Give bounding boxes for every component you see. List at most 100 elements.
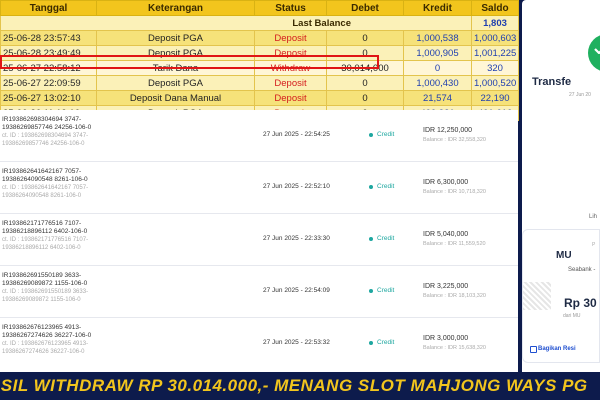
ledger-kredit: 21,574 xyxy=(403,90,472,106)
tx-ext-id: ct. ID : 193862171776516 7107- xyxy=(2,237,89,243)
transfer-date: 27 Jun 20 xyxy=(569,92,591,98)
ledger-debet: 0 xyxy=(326,90,404,106)
last-balance-value: 1,803 xyxy=(471,15,519,31)
tx-date: 27 Jun 2025 - 22:53:32 xyxy=(263,339,330,346)
transaction-list: IR193862698304694 3747- 19386269857746 2… xyxy=(0,110,518,372)
ledger-status: Deposit xyxy=(254,90,327,106)
tx-id: 19386264090548 8261-106-0 xyxy=(2,176,88,183)
header-saldo: Saldo xyxy=(471,0,519,16)
tx-balance: Balance : IDR 32,558,320 xyxy=(423,137,486,143)
promo-banner: ASIL WITHDRAW RP 30.014.000,- MENANG SLO… xyxy=(0,372,600,400)
last-balance-row: Last Balance 1,803 xyxy=(0,15,519,31)
ledger-date: 25-06-27 13:02:10 xyxy=(0,90,97,106)
share-receipt-button[interactable]: Bagikan Resi xyxy=(538,346,576,352)
tx-id: IR193862698304694 3747- xyxy=(2,116,82,123)
tx-id: 19386269857746 24256-106-0 xyxy=(2,124,92,131)
receipt-amount: Rp 30 xyxy=(564,296,597,310)
tx-ext-id: 19386269089872 1155-106-0 xyxy=(2,297,81,303)
ledger-debet: 0 xyxy=(326,75,404,91)
tx-date: 27 Jun 2025 - 22:54:09 xyxy=(263,287,330,294)
transaction-row[interactable]: IR193862641642167 7057- 19386264090548 8… xyxy=(0,162,518,214)
ledger-kredit: 1,000,905 xyxy=(403,45,472,61)
credit-dot-icon xyxy=(369,289,373,293)
ledger-status: Deposit xyxy=(254,75,327,91)
ledger-row: 25-06-27 13:02:10 Deposit Dana Manual De… xyxy=(0,90,519,106)
credit-dot-icon xyxy=(369,185,373,189)
receipt-card: P MU Seabank - Rp 30 dari MU Bagikan Res… xyxy=(522,229,600,363)
tx-amount: IDR 3,225,000 xyxy=(423,283,469,290)
tx-amount: IDR 5,040,000 xyxy=(423,231,469,238)
ledger-kredit: 0 xyxy=(403,60,472,76)
ledger-date: 25-06-27 22:09:59 xyxy=(0,75,97,91)
tx-type: Credit xyxy=(377,287,395,294)
ledger-saldo: 1,001,225 xyxy=(471,45,519,61)
tx-amount: IDR 6,300,000 xyxy=(423,179,469,186)
ledger-desc: Deposit PGA xyxy=(96,45,255,61)
transaction-row[interactable]: IR193862698304694 3747- 19386269857746 2… xyxy=(0,110,518,162)
tx-id: 19386218896112 6402-106-0 xyxy=(2,228,88,235)
tx-type: Credit xyxy=(377,339,395,346)
tx-balance: Balance : IDR 10,718,320 xyxy=(423,189,486,195)
header-tanggal: Tanggal xyxy=(0,0,97,16)
balance-ledger-table: Tanggal Keterangan Status Debet Kredit S… xyxy=(0,0,519,121)
tx-type: Credit xyxy=(377,183,395,190)
tx-balance: Balance : IDR 15,638,320 xyxy=(423,345,486,351)
last-balance-label: Last Balance xyxy=(0,15,472,31)
ledger-header-row: Tanggal Keterangan Status Debet Kredit S… xyxy=(0,0,519,16)
screenshot-frame: Tanggal Keterangan Status Debet Kredit S… xyxy=(0,0,600,400)
ledger-row: 25-06-28 23:57:43 Deposit PGA Deposit 0 … xyxy=(0,30,519,46)
tx-type: Credit xyxy=(377,235,395,242)
header-debet: Debet xyxy=(326,0,404,16)
header-status: Status xyxy=(254,0,327,16)
tx-date: 27 Jun 2025 - 22:54:25 xyxy=(263,131,330,138)
tx-ext-id: ct. ID : 193862698304694 3747- xyxy=(2,133,89,139)
ledger-saldo: 320 xyxy=(471,60,519,76)
tx-ext-id: 19386264090548 8261-106-0 xyxy=(2,193,82,199)
ledger-row-withdraw: 25-06-27 22:58:12 Tarik Dana Withdraw 30… xyxy=(0,60,519,76)
tx-ext-id: ct. ID : 193862676123965 4913- xyxy=(2,341,89,347)
ledger-status: Deposit xyxy=(254,45,327,61)
transaction-row[interactable]: IR193862691550189 3633- 19386269089872 1… xyxy=(0,266,518,318)
tx-amount: IDR 12,250,000 xyxy=(423,127,473,134)
ledger-saldo: 1,000,603 xyxy=(471,30,519,46)
tx-id: IR193862691550189 3633- xyxy=(2,272,82,279)
tx-id: IR193862171776516 7107- xyxy=(2,220,82,227)
header-keterangan: Keterangan xyxy=(96,0,255,16)
transaction-row[interactable]: IR193862171776516 7107- 19386218896112 6… xyxy=(0,214,518,266)
ledger-date: 25-06-27 22:58:12 xyxy=(0,60,97,76)
ledger-desc: Deposit PGA xyxy=(96,75,255,91)
tx-date: 27 Jun 2025 - 22:52:10 xyxy=(263,183,330,190)
ledger-debet: 0 xyxy=(326,45,404,61)
receiver-name: MU xyxy=(556,250,572,261)
tx-id: 19386269089872 1155-106-0 xyxy=(2,280,88,287)
watermark-pattern xyxy=(523,282,551,310)
ledger-debet: 30,014,000 xyxy=(326,60,404,76)
ledger-desc: Tarik Dana xyxy=(96,60,255,76)
credit-dot-icon xyxy=(369,237,373,241)
ledger-date: 25-06-28 23:57:43 xyxy=(0,30,97,46)
tx-type: Credit xyxy=(377,131,395,138)
ledger-desc: Deposit PGA xyxy=(96,30,255,46)
ledger-status: Deposit xyxy=(254,30,327,46)
sender-label: dari MU xyxy=(563,313,581,319)
ledger-desc: Deposit Dana Manual xyxy=(96,90,255,106)
tx-ext-id: 19386267274626 36227-106-0 xyxy=(2,349,85,355)
ledger-kredit: 1,000,538 xyxy=(403,30,472,46)
ledger-row: 25-06-28 23:49:49 Deposit PGA Deposit 0 … xyxy=(0,45,519,61)
tx-amount: IDR 3,000,000 xyxy=(423,335,469,342)
tx-id: IR193862676123965 4913- xyxy=(2,324,82,331)
ledger-status: Withdraw xyxy=(254,60,327,76)
ledger-saldo: 22,190 xyxy=(471,90,519,106)
view-link[interactable]: Lih xyxy=(589,214,597,220)
ledger-debet: 0 xyxy=(326,30,404,46)
tx-ext-id: ct. ID : 193862641642167 7057- xyxy=(2,185,89,191)
transaction-row[interactable]: IR193862676123965 4913- 19386267274626 3… xyxy=(0,318,518,370)
tx-balance: Balance : IDR 18,103,320 xyxy=(423,293,486,299)
tx-ext-id: ct. ID : 193862691550189 3633- xyxy=(2,289,89,295)
tx-id: IR193862641642167 7057- xyxy=(2,168,82,175)
credit-dot-icon xyxy=(369,341,373,345)
transfer-title: Transfe xyxy=(532,76,572,88)
tx-ext-id: 19386269857746 24256-106-0 xyxy=(2,141,85,147)
tx-ext-id: 19386218896112 6402-106-0 xyxy=(2,245,81,251)
tx-balance: Balance : IDR 11,559,520 xyxy=(423,241,486,247)
